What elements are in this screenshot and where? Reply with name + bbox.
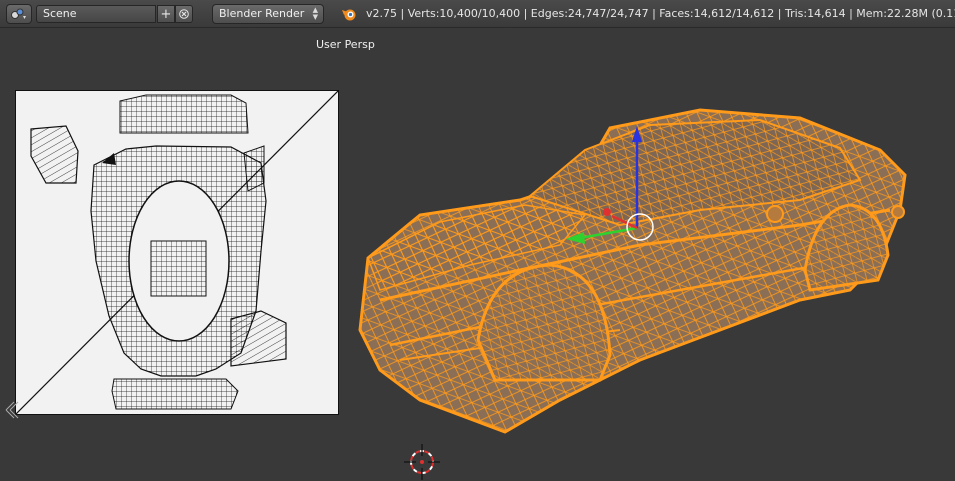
delete-scene-button[interactable] bbox=[175, 5, 193, 23]
uv-origin-marker bbox=[5, 401, 19, 419]
add-icon: + bbox=[160, 6, 172, 22]
editor-type-button[interactable] bbox=[6, 4, 32, 24]
scene-statistics: v2.75 | Verts:10,400/10,400 | Edges:24,7… bbox=[366, 7, 955, 20]
scene-name-field[interactable]: Scene bbox=[36, 5, 156, 23]
uv-editor-panel[interactable] bbox=[0, 80, 348, 481]
render-engine-label: Blender Render bbox=[219, 7, 305, 20]
uv-image-canvas[interactable] bbox=[15, 90, 339, 415]
3d-cursor-icon[interactable] bbox=[402, 442, 442, 481]
blender-logo-icon bbox=[341, 6, 357, 25]
uv-layout bbox=[15, 90, 339, 415]
3d-viewport[interactable]: User Persp bbox=[304, 28, 955, 481]
car-wireframe[interactable] bbox=[304, 28, 955, 481]
render-engine-select[interactable]: Blender Render ▲ ▼ bbox=[212, 4, 324, 24]
info-header: Scene + Blender Render ▲ ▼ v2.75 | Verts:… bbox=[0, 0, 955, 28]
add-scene-button[interactable]: + bbox=[157, 5, 175, 23]
dropdown-arrows-icon: ▲ ▼ bbox=[312, 6, 318, 21]
close-icon bbox=[179, 9, 189, 19]
editor-type-icon bbox=[11, 8, 26, 19]
